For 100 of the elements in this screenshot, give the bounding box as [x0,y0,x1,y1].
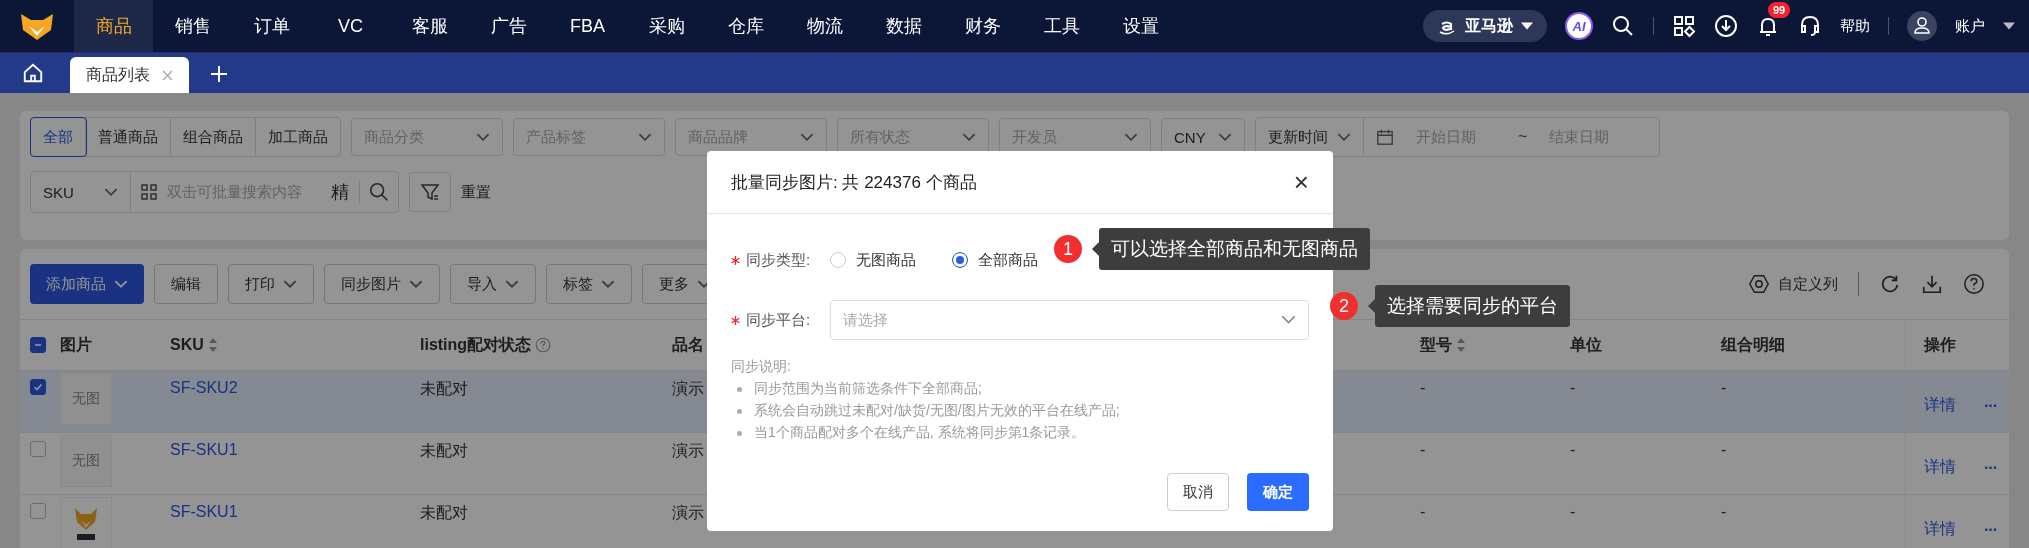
chevron-icon [476,132,490,142]
column-header: 单位 [1570,334,1602,355]
nav-item[interactable]: 销售 [153,0,232,52]
radio-option[interactable]: 无图商品 [830,250,916,270]
platform-select[interactable]: 亚马逊 [1423,10,1547,42]
column-header: SKU [170,336,204,354]
table-cell: - [1570,379,1576,397]
ai-button[interactable]: AI [1565,12,1593,40]
notification-badge: 99 [1768,2,1791,18]
details-link[interactable]: 详情 [1924,395,1956,416]
toolbar-button[interactable]: 添加商品 [30,264,144,304]
table-cell: - [1570,441,1576,459]
nav-item[interactable]: 广告 [469,0,548,52]
row-checkbox[interactable] [30,503,46,519]
nav-item[interactable]: 订单 [232,0,311,52]
table-cell-text: 演示 [672,379,704,399]
segment-tab[interactable]: 全部 [31,118,86,156]
table-cell: - [1420,503,1426,521]
grid-icon [141,184,157,200]
toolbar-button[interactable]: 同步图片 [324,264,440,304]
chevron-icon [1218,132,1232,142]
chevron-icon [104,187,118,197]
chevron-icon [638,132,652,142]
home-icon[interactable] [22,62,44,84]
nav-item[interactable]: 商品 [74,0,153,52]
table-cell-text: 演示 [672,441,704,461]
help-icon[interactable] [1963,273,1985,295]
sku-link[interactable]: SF-SKU1 [170,441,238,459]
refresh-icon[interactable] [1879,273,1901,295]
more-button[interactable]: ··· [1984,396,1997,415]
toolbar-button[interactable]: 编辑 [154,264,218,304]
nav-item[interactable]: FBA [548,0,627,52]
toolbar-button[interactable]: 打印 [228,264,314,304]
headset-icon[interactable] [1798,14,1822,38]
chevron-icon [114,279,128,289]
row-checkbox[interactable] [30,441,46,457]
chevron-icon [1281,315,1296,325]
details-link[interactable]: 详情 [1924,519,1956,540]
table-cell-text: 未配对 [420,441,468,461]
nav-item[interactable]: VC [311,0,390,52]
segment-tab[interactable]: 加工商品 [256,118,340,156]
nav-item[interactable]: 采购 [627,0,706,52]
confirm-button[interactable]: 确定 [1247,473,1309,511]
chevron-icon [409,279,423,289]
nav-item[interactable]: 设置 [1101,0,1180,52]
nav-item[interactable]: 客服 [390,0,469,52]
close-button[interactable]: × [1293,166,1309,198]
required-mark-icon [731,255,740,265]
note-text: 系统会自动跳过未配对/缺货/无图/图片无效的平台在线产品; [754,402,1120,420]
row-checkbox[interactable] [30,379,46,395]
more-button[interactable]: ··· [1984,458,1997,477]
table-cell: - [1420,441,1426,459]
more-button[interactable]: ··· [1984,520,1997,539]
nav-item[interactable]: 数据 [864,0,943,52]
account-menu[interactable]: 账户 [1955,16,1985,36]
form-label: 同步平台: [746,310,812,330]
toolbar-button[interactable]: 导入 [450,264,536,304]
toolbar-button[interactable]: 标签 [546,264,632,304]
table-cell: - [1721,379,1727,397]
select-all-checkbox[interactable] [30,337,46,353]
avatar-icon[interactable] [1907,11,1937,41]
callout-tooltip: 选择需要同步的平台 [1368,285,1570,327]
reset-button[interactable]: 重置 [461,182,491,202]
exact-match-toggle[interactable]: 精 [321,180,360,204]
help-link[interactable]: 帮助 [1840,16,1870,36]
column-header: 操作 [1924,334,1956,355]
no-image-text: 无图 [72,390,100,408]
cancel-button[interactable]: 取消 [1167,473,1229,511]
download-icon[interactable] [1921,273,1943,295]
dialog-title: 批量同步图片: 共 224376 个商品 [731,171,977,194]
search-icon[interactable] [1611,14,1635,38]
nav-item[interactable]: 工具 [1022,0,1101,52]
segment-tab[interactable]: 普通商品 [86,118,171,156]
search-field-select[interactable]: SKU [31,173,131,211]
custom-columns-button[interactable]: 自定义列 [1748,273,1838,295]
nav-item[interactable]: 物流 [785,0,864,52]
chevron-icon [1124,132,1138,142]
page-tab[interactable]: 商品列表 [70,57,189,93]
nav-item[interactable]: 仓库 [706,0,785,52]
required-mark-icon [731,315,740,325]
note-text: 当1个商品配对多个在线产品, 系统将同步第1条记录。 [754,424,1086,442]
chevron-icon [962,132,976,142]
caret-icon [1521,22,1533,30]
details-link[interactable]: 详情 [1924,457,1956,478]
filter-button[interactable] [409,172,451,212]
add-tab-icon[interactable] [209,64,229,84]
sku-link[interactable]: SF-SKU2 [170,379,238,397]
chevron-icon [601,279,615,289]
column-header: 型号 [1420,334,1452,355]
nav-item[interactable]: 财务 [943,0,1022,52]
apps-icon[interactable] [1672,14,1696,38]
segment-tab[interactable]: 组合商品 [171,118,256,156]
chevron-icon [283,279,297,289]
chevron-icon [800,132,814,142]
sku-link[interactable]: SF-SKU1 [170,503,238,521]
column-header: 图片 [60,334,92,355]
no-image-text: 无图 [72,452,100,470]
radio-option[interactable]: 全部商品 [952,250,1038,270]
table-cell: - [1570,503,1576,521]
table-cell-text: 未配对 [420,379,468,399]
